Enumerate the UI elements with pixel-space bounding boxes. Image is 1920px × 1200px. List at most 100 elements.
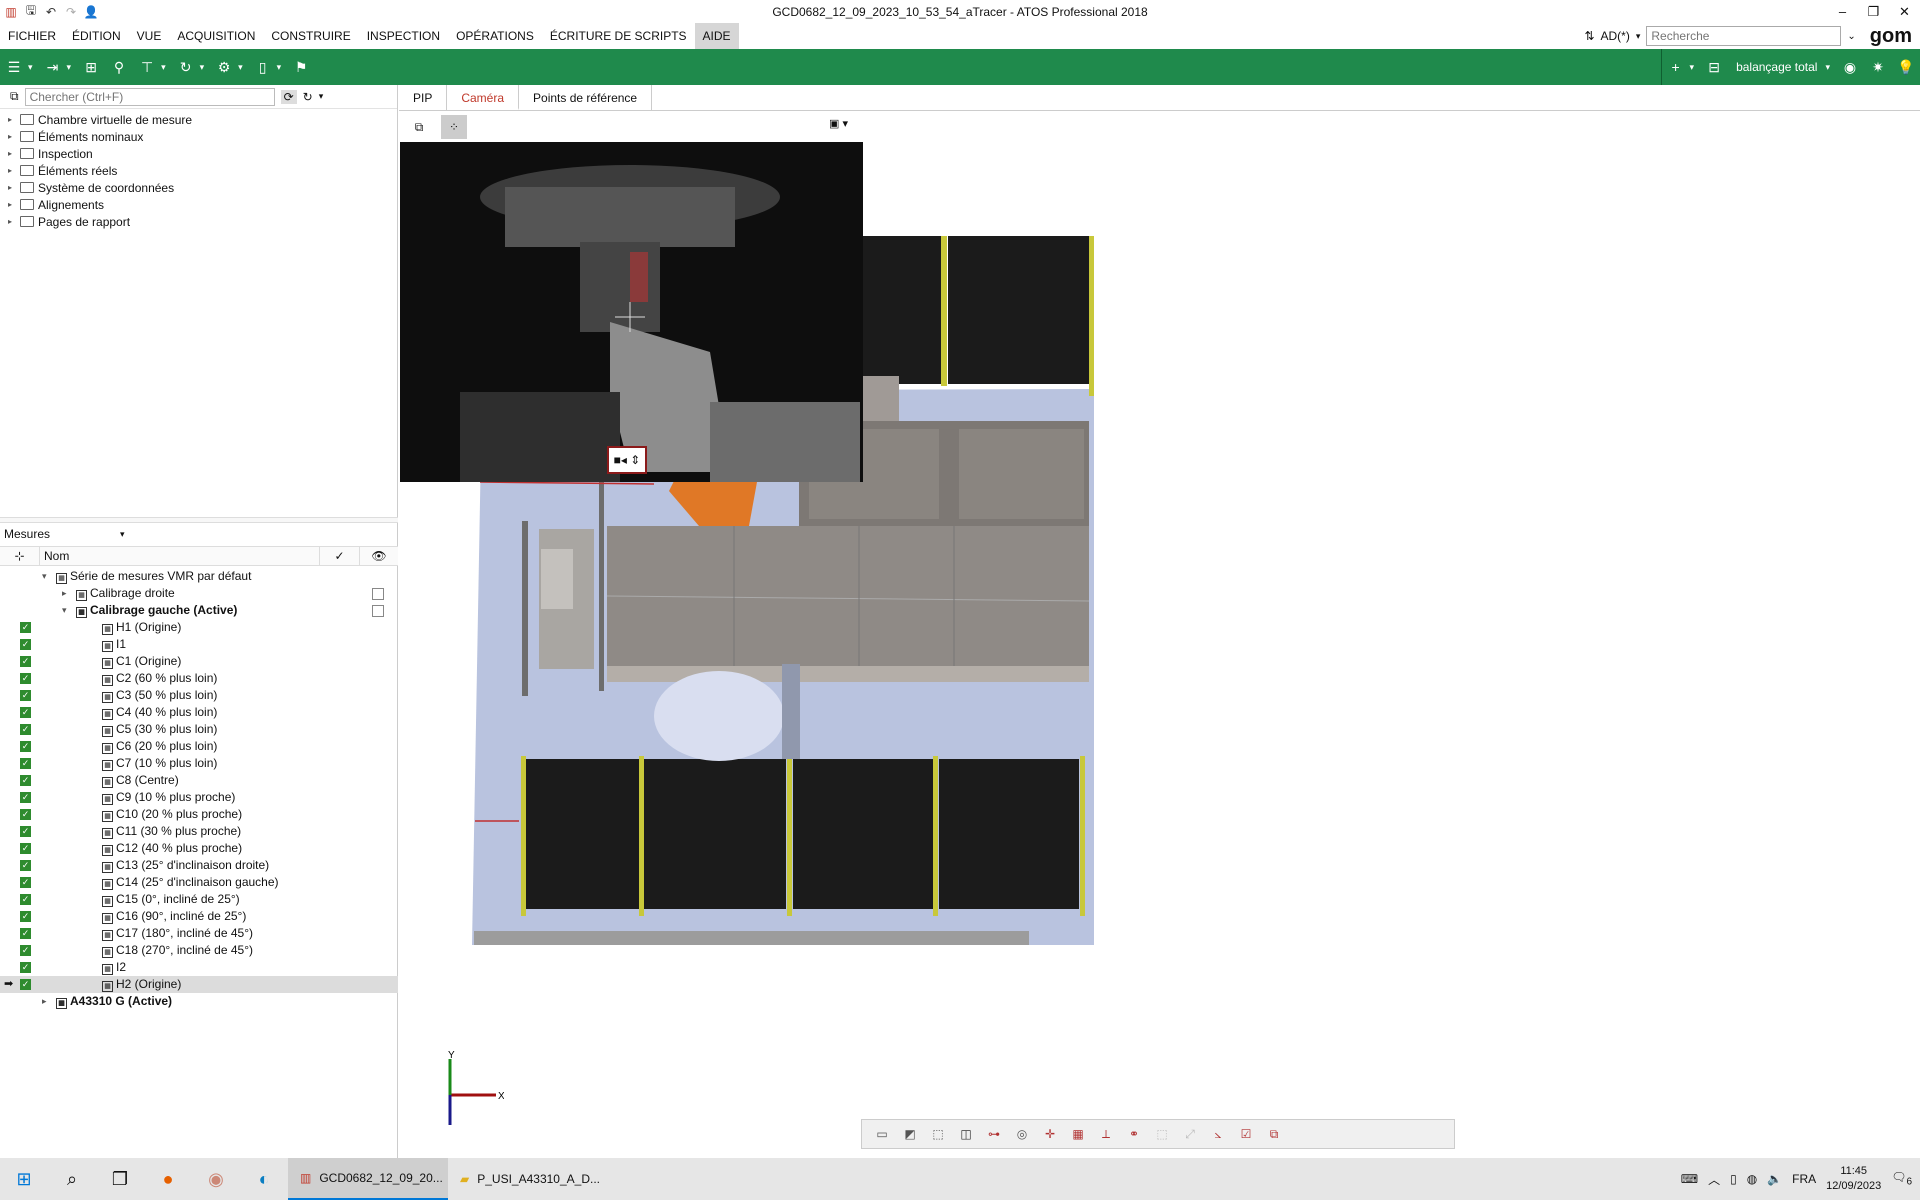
tree-item-reels[interactable]: ▸ Éléments réels [0,162,397,179]
user-icon[interactable]: 👤 [84,5,99,19]
search-icon[interactable]: ⌕ [48,1158,96,1200]
chevron-down-icon[interactable]: ▾ [161,62,166,73]
chevron-down-icon[interactable]: ▾ [200,62,205,73]
expand-arrow-icon[interactable]: ▸ [8,149,18,158]
measurement-row[interactable]: ✓ ▦ C13 (25° d'inclinaison droite) [0,857,398,874]
paint-icon[interactable]: ◉ [192,1158,240,1200]
tree-item-nominaux[interactable]: ▸ Éléments nominaux [0,128,397,145]
add-element-icon[interactable]: ⊞ [80,56,102,78]
column-check-icon[interactable]: ✓ [320,546,360,566]
expand-arrow-icon[interactable]: ▸ [62,588,67,599]
notification-icon[interactable]: 🗨6 [1891,1170,1912,1187]
chevron-down-icon[interactable]: ▾ [277,62,282,73]
chevron-down-icon[interactable]: ▾ [67,62,72,73]
visibility-checkbox[interactable]: ✓ [20,707,31,718]
measurement-row[interactable]: ✓ ▦ I1 [0,636,398,653]
plane-icon[interactable]: ✛ [1038,1124,1062,1144]
alignment-select[interactable]: balançage total [1736,60,1817,74]
menu-inspection[interactable]: INSPECTION [359,23,448,49]
close-button[interactable]: ✕ [1889,0,1920,23]
measurement-row[interactable]: ✓ ▦ C7 (10 % plus loin) [0,755,398,772]
refresh-icon[interactable]: ↻ [303,90,313,104]
visibility-checkbox[interactable]: ✓ [20,911,31,922]
visibility-checkbox[interactable]: ✓ [20,860,31,871]
keyboard-icon[interactable]: ⌨ [1681,1172,1698,1186]
measurement-row[interactable]: ✓ ▦ C11 (30 % plus proche) [0,823,398,840]
visibility-checkbox[interactable]: ✓ [20,809,31,820]
measurement-row[interactable]: ✓ ▦ C16 (90°, incliné de 25°) [0,908,398,925]
measurement-row[interactable]: ✓ ▦ C5 (30 % plus loin) [0,721,398,738]
3d-viewport[interactable]: ⧉ ⁘ ▣ ▾ ■◂ ⇕ X Y ▭ ◩ ⬚ ◫ ⊶ ◎ ✛ ▦ ⟂ ⚭ ⬚ ⤢… [399,111,1920,1158]
visibility-checkbox[interactable]: ✓ [20,945,31,956]
tree-item-rapport[interactable]: ▸ Pages de rapport [0,213,397,230]
visibility-checkbox[interactable]: ✓ [20,894,31,905]
measurement-row[interactable]: ✓ ▦ C6 (20 % plus loin) [0,738,398,755]
redo-icon[interactable]: ↷ [64,5,78,19]
measurement-row[interactable]: ✓ ➡ ▦ H2 (Origine) [0,976,398,993]
column-visibility-icon[interactable]: 👁 [360,546,398,566]
webcam-icon[interactable]: ◉ [1839,56,1861,78]
tree-item-coordonnees[interactable]: ▸ Système de coordonnées [0,179,397,196]
volume-icon[interactable]: 🔈 [1767,1172,1782,1186]
visibility-box[interactable] [372,605,384,617]
firefox-icon[interactable]: ● [144,1158,192,1200]
recompute-icon[interactable]: ↻ [175,56,197,78]
expand-arrow-icon[interactable]: ▸ [8,217,18,226]
measurement-row[interactable]: ✓ ▦ C3 (50 % plus loin) [0,687,398,704]
chevron-down-icon[interactable]: ▾ [28,62,33,73]
import-icon[interactable]: ⇥ [42,56,64,78]
column-name[interactable]: Nom [40,546,320,566]
tab-reference-points[interactable]: Points de référence [519,85,653,110]
chevron-down-icon[interactable]: ▾ [238,62,243,73]
menu-aide[interactable]: AIDE [694,23,739,49]
chevron-down-icon[interactable]: ▾ [120,529,125,540]
measurement-row[interactable]: ✓ ▦ C2 (60 % plus loin) [0,670,398,687]
settings-gear-icon[interactable]: ⚙ [213,56,235,78]
expand-arrow-icon[interactable]: ▸ [42,996,47,1007]
measurement-row[interactable]: ✓ ▦ C14 (25° d'inclinaison gauche) [0,874,398,891]
probe-icon[interactable]: ⚲ [108,56,130,78]
menu-scripts[interactable]: ÉCRITURE DE SCRIPTS [542,23,695,49]
expand-arrow-icon[interactable]: ▸ [8,166,18,175]
zoom-icon[interactable]: ⤢ [1178,1124,1202,1144]
visibility-checkbox[interactable]: ✓ [20,690,31,701]
visibility-checkbox[interactable]: ✓ [20,843,31,854]
expand-arrow-icon[interactable]: ▾ [42,571,47,582]
measurement-row[interactable]: ▸ ▦ A43310 G (Active) [0,993,398,1010]
tree-item-inspection[interactable]: ▸ Inspection [0,145,397,162]
chevron-down-icon[interactable]: ▾ [1825,62,1830,73]
menu-construire[interactable]: CONSTRUIRE [263,23,358,49]
explorer-search-input[interactable] [24,87,275,106]
link-icon[interactable]: ⚭ [1122,1124,1146,1144]
visibility-checkbox[interactable]: ✓ [20,775,31,786]
clipping-icon[interactable]: ◩ [898,1124,922,1144]
undo-icon[interactable]: ↶ [44,5,58,19]
visibility-checkbox[interactable]: ✓ [20,979,31,990]
measurement-row[interactable]: ✓ ▦ C1 (Origine) [0,653,398,670]
minimize-button[interactable]: – [1827,0,1858,23]
expand-arrow-icon[interactable]: ▸ [8,183,18,192]
network-icon[interactable]: ◍ [1747,1172,1757,1186]
show-hidden-icon[interactable]: ︿ [1708,1171,1720,1188]
visibility-checkbox[interactable]: ✓ [20,639,31,650]
menu-fichier[interactable]: FICHIER [0,23,64,49]
device-icon[interactable]: ▯ [1730,1172,1737,1186]
measurement-row[interactable]: ✓ ▦ C8 (Centre) [0,772,398,789]
plus-icon[interactable]: + [1665,56,1687,78]
visibility-checkbox[interactable]: ✓ [20,877,31,888]
visibility-checkbox[interactable]: ✓ [20,656,31,667]
expand-arrow-icon[interactable]: ▾ [62,605,67,616]
visibility-checkbox[interactable]: ✓ [20,758,31,769]
measurement-row[interactable]: ✓ ▦ C17 (180°, incliné de 45°) [0,925,398,942]
task-view-icon[interactable]: ❐ [96,1158,144,1200]
visibility-checkbox[interactable]: ✓ [20,622,31,633]
measurement-row[interactable]: ✓ ▦ I2 [0,959,398,976]
tree-item-alignements[interactable]: ▸ Alignements [0,196,397,213]
visibility-checkbox[interactable]: ✓ [20,826,31,837]
measurement-row[interactable]: ✓ ▦ C18 (270°, incliné de 45°) [0,942,398,959]
measurement-row[interactable]: ✓ ▦ H1 (Origine) [0,619,398,636]
menu-operations[interactable]: OPÉRATIONS [448,23,542,49]
measurement-row[interactable]: ✓ ▦ C9 (10 % plus proche) [0,789,398,806]
taskbar-explorer[interactable]: ▰ P_USI_A43310_A_D... [448,1158,608,1200]
save-icon[interactable]: 🖫 [24,3,38,19]
